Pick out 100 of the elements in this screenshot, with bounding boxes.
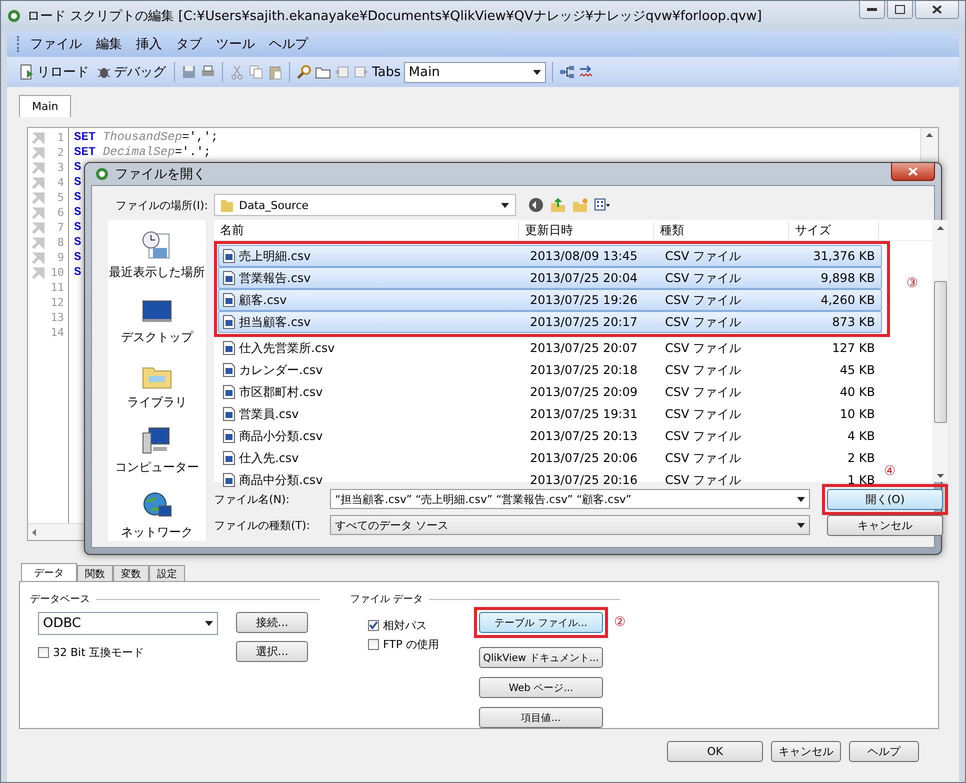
file-size: 873 KB [831, 315, 876, 329]
tab-dropdown[interactable]: Main [404, 62, 546, 82]
modified-date: 2013/07/25 20:09 [529, 385, 639, 399]
place-item[interactable]: ネットワーク [121, 490, 193, 541]
hierarchy-icon[interactable] [558, 64, 575, 80]
menu-item[interactable]: ヘルプ [264, 33, 313, 55]
file-size: 127 KB [831, 341, 876, 355]
document-play-icon [19, 64, 35, 80]
file-row[interactable]: 商品小分類.csv 2013/07/25 20:13 CSV ファイル 4 KB [218, 425, 882, 447]
menu-item[interactable]: 挿入 [131, 33, 167, 55]
dialog-button[interactable]: OK [667, 741, 763, 762]
checkbox-label: 相対パス [383, 618, 427, 633]
column-header[interactable]: 名前 [214, 222, 519, 238]
file-size: 31,376 KB [812, 249, 876, 263]
file-row[interactable]: 仕入先営業所.csv 2013/07/25 20:07 CSV ファイル 127 KB [218, 337, 882, 359]
file-row[interactable]: 売上明細.csv 2013/08/09 13:45 CSV ファイル 31,376 KB [218, 245, 882, 267]
file-source-button[interactable]: 項目値... [478, 707, 603, 728]
panel-tab[interactable]: 関数 [77, 565, 113, 581]
cancel-button[interactable]: キャンセル [827, 514, 943, 536]
file-row[interactable]: 営業員.csv 2013/07/25 19:31 CSV ファイル 10 KB [218, 403, 882, 425]
file-source-button[interactable]: Web ページ... [478, 677, 603, 698]
line-number: 4 [57, 176, 64, 189]
line-number: 7 [57, 221, 64, 234]
checkbox-label: FTP の使用 [383, 637, 439, 652]
file-type: CSV ファイル [664, 472, 742, 488]
file-type-dropdown[interactable]: すべてのデータ ソース [330, 515, 810, 535]
database-button[interactable]: 接続... [236, 612, 308, 633]
scroll-down-icon[interactable] [936, 474, 944, 478]
scroll-up-icon[interactable] [936, 226, 944, 230]
line-number: 6 [57, 206, 64, 219]
place-item[interactable]: ライブラリ [127, 360, 187, 411]
search-icon[interactable] [296, 64, 312, 80]
keyword: S [74, 205, 82, 219]
menu-item[interactable]: タブ [171, 33, 207, 55]
place-item[interactable]: コンピューター [115, 425, 199, 476]
line-number: 5 [57, 191, 64, 204]
checkbox[interactable] [38, 647, 49, 658]
file-type: CSV ファイル [664, 314, 742, 330]
script-tab[interactable]: Main [19, 95, 72, 117]
file-type: CSV ファイル [664, 406, 742, 422]
modified-date: 2013/07/25 20:13 [529, 429, 639, 443]
menu-item[interactable]: 編集 [91, 33, 127, 55]
checkbox[interactable] [368, 620, 379, 631]
file-size: 4,260 KB [820, 293, 876, 307]
modified-date: 2013/07/25 20:18 [529, 363, 639, 377]
keyword: S [74, 250, 82, 264]
scroll-left-icon[interactable] [32, 528, 36, 536]
reload-button[interactable]: リロード [17, 62, 91, 82]
keyword: S [74, 175, 82, 189]
file-source-button[interactable]: QlikView ドキュメント... [478, 647, 603, 668]
filename-field[interactable]: “担当顧客.csv” “売上明細.csv” “営業報告.csv” “顧客.csv” [330, 489, 810, 509]
close-button[interactable] [891, 163, 935, 181]
database-dropdown[interactable]: ODBC [38, 612, 218, 635]
file-row[interactable]: 市区郡町村.csv 2013/07/25 20:09 CSV ファイル 40 KB [218, 381, 882, 403]
line-number: 3 [57, 161, 64, 174]
step-number: ③ [906, 276, 918, 291]
database-button[interactable]: 選択... [236, 641, 308, 662]
file-row[interactable]: 商品中分類.csv 2013/07/25 20:16 CSV ファイル 1 KB [218, 469, 882, 491]
modified-date: 2013/07/25 19:31 [529, 407, 639, 421]
column-header[interactable]: サイズ [789, 222, 879, 238]
file-icon [223, 451, 235, 465]
checkbox[interactable] [368, 639, 379, 650]
dialog-button[interactable]: ヘルプ [849, 741, 919, 762]
folder-up-icon[interactable] [550, 197, 566, 213]
file-row[interactable]: 営業報告.csv 2013/07/25 20:04 CSV ファイル 9,898 KB [218, 267, 882, 289]
panel-tab[interactable]: 変数 [113, 565, 149, 581]
menu-item[interactable]: ファイル [25, 33, 87, 55]
maximize-button[interactable] [887, 1, 913, 19]
place-item[interactable]: 最近表示した場所 [109, 230, 205, 281]
menu-item[interactable]: ツール [211, 33, 260, 55]
close-button[interactable] [915, 1, 959, 19]
scroll-up-icon[interactable] [926, 133, 933, 137]
view-menu-icon[interactable] [594, 197, 610, 213]
file-name: 売上明細.csv [239, 248, 311, 264]
vertical-scrollbar[interactable] [932, 220, 948, 482]
assigned-value: ='.'; [174, 145, 211, 159]
file-size: 40 KB [838, 385, 876, 399]
file-row[interactable]: 仕入先.csv 2013/07/25 20:06 CSV ファイル 2 KB [218, 447, 882, 469]
file-icon [223, 271, 235, 285]
debug-button[interactable]: デバッグ [94, 62, 168, 82]
file-row[interactable]: 顧客.csv 2013/07/25 19:26 CSV ファイル 4,260 KB [218, 289, 882, 311]
app-icon [7, 9, 21, 23]
column-header[interactable]: 更新日時 [519, 222, 654, 238]
panel-tab[interactable]: 設定 [149, 565, 185, 581]
keyword: SET [74, 130, 96, 144]
panel-tab[interactable]: データ [21, 563, 77, 581]
file-row[interactable]: カレンダー.csv 2013/07/25 20:18 CSV ファイル 45 KB [218, 359, 882, 381]
place-item[interactable]: デスクトップ [121, 295, 193, 346]
dialog-button[interactable]: キャンセル [771, 741, 841, 762]
line-number: 10 [50, 266, 64, 279]
column-header[interactable]: 種類 [654, 222, 789, 238]
file-name: 商品小分類.csv [239, 428, 323, 444]
scrollbar-thumb[interactable] [934, 281, 946, 423]
file-source-button[interactable]: テーブル ファイル... [478, 612, 603, 633]
location-dropdown[interactable]: Data_Source [214, 194, 516, 216]
open-button[interactable]: 開く(O) [827, 488, 943, 510]
minimize-button[interactable] [859, 1, 885, 19]
file-row[interactable]: 担当顧客.csv 2013/07/25 20:17 CSV ファイル 873 KB [218, 311, 882, 333]
variable-name: DecimalSep [102, 145, 175, 159]
paste-icon[interactable] [267, 64, 283, 80]
